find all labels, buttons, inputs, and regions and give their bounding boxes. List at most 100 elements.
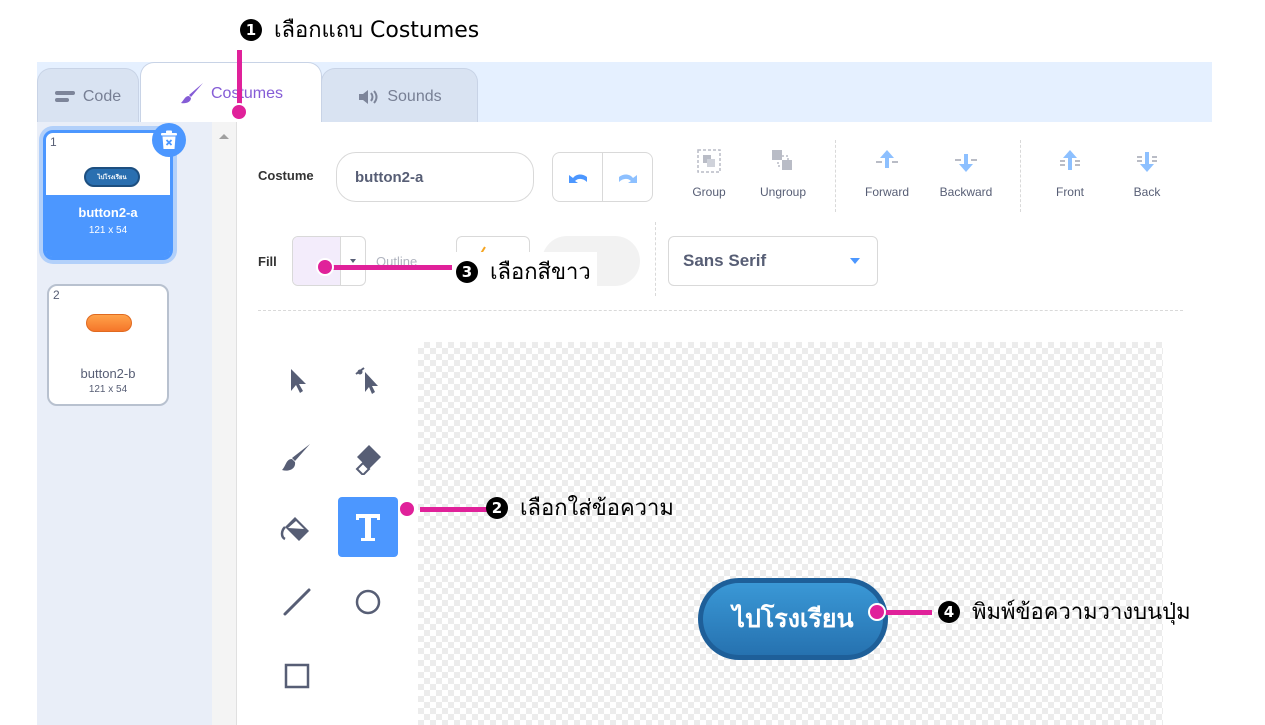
- forward-button[interactable]: Forward: [852, 148, 922, 199]
- divider: [655, 222, 657, 296]
- select-tool[interactable]: [267, 350, 327, 410]
- costume-number: 1: [50, 135, 57, 149]
- step-number-badge: 1: [240, 18, 262, 41]
- brush-icon: [180, 83, 203, 104]
- font-select-value: Sans Serif: [683, 251, 767, 270]
- canvas-button-shape[interactable]: ไปโรงเรียน: [698, 578, 888, 660]
- undo-icon: [568, 174, 587, 183]
- undo-redo-group: [552, 152, 653, 202]
- annotation-text: เลือกใส่ข้อความ: [520, 496, 674, 521]
- annotation-3-marker: [316, 258, 334, 276]
- step-number-badge: 3: [456, 260, 478, 283]
- tab-sounds[interactable]: Sounds: [321, 68, 478, 125]
- annotation-text: เลือกสีขาว: [490, 260, 591, 285]
- line-tool[interactable]: [267, 572, 327, 632]
- annotation-4-line: [884, 610, 932, 615]
- annotation-step-2: 2 เลือกใส่ข้อความ: [486, 490, 674, 525]
- costume-thumbnail: [86, 314, 132, 332]
- costume-name: button2-a: [78, 205, 138, 220]
- scroll-up-icon[interactable]: [218, 132, 230, 140]
- step-number-badge: 4: [938, 600, 960, 623]
- front-button[interactable]: Front: [1040, 148, 1100, 199]
- fill-color-swatch[interactable]: [293, 237, 340, 285]
- chevron-down-icon: [850, 258, 860, 264]
- annotation-4-marker: [868, 603, 886, 621]
- trash-icon: [161, 130, 177, 149]
- reshape-tool[interactable]: [338, 350, 398, 410]
- delete-costume-button[interactable]: [152, 123, 186, 157]
- back-button[interactable]: Back: [1117, 148, 1177, 199]
- backward-icon: [955, 154, 977, 172]
- annotation-2-marker: [398, 500, 416, 518]
- costume-name-input[interactable]: button2-a: [336, 152, 534, 202]
- thumbnail-text: ไปโรงเรียน: [97, 174, 127, 181]
- speaker-icon: [359, 90, 378, 104]
- chevron-down-icon: [349, 259, 356, 263]
- tab-label: Code: [82, 88, 122, 105]
- annotation-1-marker: [230, 103, 248, 121]
- group-icon: [697, 149, 721, 173]
- canvas-button-inner: ไปโรงเรียน: [703, 583, 883, 655]
- eraser-icon: [355, 445, 381, 475]
- divider: [258, 310, 1183, 312]
- costume-thumbnail: ไปโรงเรียน: [84, 167, 140, 187]
- costume-list: 1 ไปโรงเรียน button2-a 121 x 54 2 button…: [37, 122, 212, 725]
- costume-item-1[interactable]: 1 ไปโรงเรียน button2-a 121 x 54: [43, 123, 186, 260]
- group-button[interactable]: Group: [684, 148, 734, 199]
- group-label: Group: [692, 185, 726, 199]
- reshape-cursor-icon: [355, 367, 378, 394]
- annotation-3-line: [330, 265, 452, 270]
- arrow-cursor-icon: [291, 369, 306, 393]
- redo-icon: [618, 174, 637, 183]
- brush-tool[interactable]: [267, 428, 327, 488]
- paint-bucket-icon: [280, 517, 309, 541]
- redo-button[interactable]: [603, 153, 652, 201]
- costume-number: 2: [53, 288, 60, 302]
- annotation-2-line: [420, 507, 488, 512]
- back-icon: [1137, 152, 1157, 172]
- costume-selected-footer: button2-a 121 x 54: [46, 195, 170, 257]
- costume-size: 121 x 54: [88, 225, 128, 236]
- font-select[interactable]: Sans Serif: [668, 236, 878, 286]
- tab-code[interactable]: Code: [37, 68, 139, 125]
- backward-button[interactable]: Backward: [926, 148, 1006, 199]
- canvas-button-text[interactable]: ไปโรงเรียน: [732, 599, 853, 639]
- ungroup-button[interactable]: Ungroup: [748, 148, 818, 199]
- ungroup-icon: [772, 150, 792, 170]
- forward-label: Forward: [864, 185, 909, 199]
- divider: [1020, 140, 1022, 212]
- backward-label: Backward: [939, 185, 993, 199]
- tab-label: Sounds: [387, 88, 442, 105]
- annotation-text: พิมพ์ข้อความวางบนปุ่ม: [972, 600, 1191, 625]
- circle-icon: [355, 589, 381, 615]
- tab-label: Costumes: [210, 85, 284, 102]
- paintbrush-icon: [282, 444, 310, 471]
- back-label: Back: [1133, 185, 1161, 199]
- ungroup-label: Ungroup: [759, 185, 807, 199]
- text-t-icon: [356, 514, 380, 541]
- costume-size: 121 x 54: [88, 384, 128, 395]
- costume-list-scrollbar[interactable]: [212, 122, 237, 725]
- rectangle-tool[interactable]: [267, 646, 327, 706]
- fill-label: Fill: [258, 254, 277, 269]
- fill-dropdown[interactable]: [339, 237, 365, 285]
- costume-name-label: Costume: [258, 168, 314, 183]
- costume-item-2[interactable]: 2 button2-b 121 x 54: [47, 284, 169, 406]
- fill-tool[interactable]: [267, 500, 327, 560]
- rectangle-icon: [284, 663, 310, 689]
- paint-canvas[interactable]: [418, 342, 1163, 725]
- tab-bar: Code Costumes Sounds: [37, 62, 1212, 125]
- eraser-tool[interactable]: [338, 428, 398, 488]
- forward-icon: [876, 150, 898, 168]
- circle-tool[interactable]: [338, 572, 398, 632]
- undo-button[interactable]: [553, 153, 603, 201]
- text-tool[interactable]: [338, 497, 398, 557]
- annotation-step-4: 4 พิมพ์ข้อความวางบนปุ่ม: [938, 594, 1191, 629]
- costume-name: button2-b: [80, 366, 136, 381]
- annotation-1-line: [237, 50, 242, 108]
- front-icon: [1060, 150, 1080, 170]
- annotation-step-3: 3 เลือกสีขาว: [454, 252, 597, 291]
- divider: [835, 140, 837, 212]
- annotation-text: เลือกแถบ Costumes: [274, 18, 480, 43]
- line-icon: [283, 588, 311, 616]
